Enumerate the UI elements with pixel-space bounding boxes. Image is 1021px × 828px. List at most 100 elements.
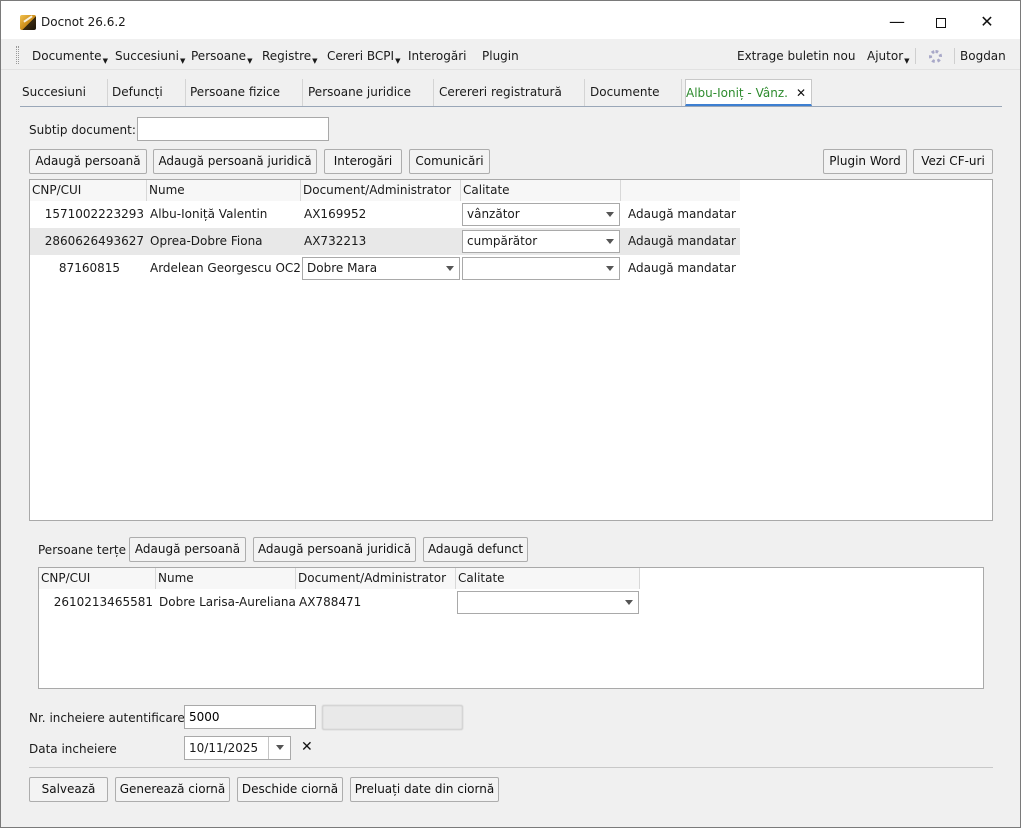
menu-interogari[interactable]: Interogări — [408, 49, 466, 63]
calitate-select[interactable] — [462, 257, 620, 280]
cnp-cell: 87160815 — [58, 261, 120, 275]
view-cf-button[interactable]: Vezi CF-uri — [913, 149, 993, 174]
maximize-button[interactable] — [918, 7, 964, 37]
menu-grip[interactable] — [16, 46, 19, 64]
column-header-name[interactable]: Nume — [156, 568, 296, 589]
menu-succesiuni[interactable]: Succesiuni▼ — [115, 49, 185, 65]
table-row[interactable]: 2860626493627 Oprea-Dobre Fiona AX732213… — [30, 228, 740, 255]
calitate-select[interactable] — [457, 591, 639, 614]
save-button[interactable]: Salvează — [29, 777, 108, 802]
chevron-down-icon — [606, 212, 614, 217]
add-mandatar-link[interactable]: Adaugă mandatar — [628, 255, 740, 282]
add-mandatar-link[interactable]: Adaugă mandatar — [628, 201, 740, 228]
cnp-cell: 1571002223293 — [44, 207, 144, 221]
column-header-cnp[interactable]: CNP/CUI — [39, 568, 156, 589]
table-row[interactable]: 1571002223293 Albu-Ioniță Valentin AX169… — [30, 201, 992, 228]
date-picker[interactable]: 10/11/2025 — [184, 736, 291, 760]
third-parties-label: Persoane terțe — [38, 543, 126, 557]
name-cell: Ardelean Georgescu OC2 — [150, 261, 300, 275]
column-header-cnp[interactable]: CNP/CUI — [30, 180, 147, 201]
menu-ajutor[interactable]: Ajutor▼ — [867, 49, 910, 65]
plugin-word-button[interactable]: Plugin Word — [823, 149, 907, 174]
tab-active-document[interactable]: Albu-Ioniț - Vânz. ✕ — [685, 79, 812, 106]
menu-cereri-bcpi[interactable]: Cereri BCPI▼ — [327, 49, 400, 65]
maximize-icon — [936, 17, 946, 28]
menu-separator — [954, 48, 955, 64]
close-icon[interactable]: ✕ — [301, 739, 313, 755]
column-header-document[interactable]: Document/Administrator — [296, 568, 456, 589]
close-icon[interactable]: ✕ — [796, 86, 806, 100]
chevron-down-icon — [625, 600, 633, 605]
administrator-value: Dobre Mara — [307, 261, 378, 275]
tab-cereri-registratura[interactable]: Cerereri registratură — [437, 79, 585, 106]
tab-persoane-juridice[interactable]: Persoane juridice — [306, 79, 434, 106]
generate-draft-button[interactable]: Generează ciornă — [115, 777, 230, 802]
tab-defuncti[interactable]: Defuncți — [110, 79, 186, 106]
queries-button[interactable]: Interogări — [324, 149, 402, 174]
subtip-input[interactable] — [137, 117, 329, 141]
third-parties-grid: CNP/CUI Nume Document/Administrator Cali… — [38, 567, 984, 689]
third-parties-grid-header: CNP/CUI Nume Document/Administrator Cali… — [39, 568, 640, 589]
cnp-cell: 2610213465581 — [53, 595, 153, 609]
open-draft-button[interactable]: Deschide ciornă — [237, 777, 343, 802]
tab-succesiuni[interactable]: Succesiuni — [20, 79, 108, 106]
calitate-value: cumpărător — [467, 234, 538, 248]
app-window: Docnot 26.6.2 — ✕ Documente▼ Succesiuni▼… — [0, 0, 1021, 828]
gear-icon[interactable] — [929, 50, 942, 63]
subtip-label: Subtip document: — [29, 123, 136, 137]
column-header-name[interactable]: Nume — [147, 180, 301, 201]
data-incheiere-label: Data incheiere — [29, 742, 117, 756]
column-header-calitate[interactable]: Calitate — [456, 568, 640, 589]
parties-grid: CNP/CUI Nume Document/Administrator Cali… — [29, 179, 993, 521]
app-icon — [20, 15, 36, 30]
close-window-button[interactable]: ✕ — [964, 7, 1010, 37]
name-cell: Dobre Larisa-Aureliana — [159, 595, 296, 609]
tab-persoane-fizice[interactable]: Persoane fizice — [188, 79, 303, 106]
tab-active-label: Albu-Ioniț - Vânz. — [686, 86, 788, 100]
date-value: 10/11/2025 — [189, 741, 259, 755]
document-cell: AX169952 — [304, 207, 367, 221]
menu-extrage-buletin[interactable]: Extrage buletin nou — [737, 49, 855, 63]
menu-bar: Documente▼ Succesiuni▼ Persoane▼ Registr… — [1, 40, 1020, 70]
menu-registre[interactable]: Registre▼ — [262, 49, 318, 65]
table-row[interactable]: 2610213465581 Dobre Larisa-Aureliana AX7… — [39, 589, 983, 616]
add-legal-person-button[interactable]: Adaugă persoană juridică — [153, 149, 317, 174]
chevron-down-icon — [606, 239, 614, 244]
chevron-down-icon — [446, 266, 454, 271]
column-header-document[interactable]: Document/Administrator — [301, 180, 461, 201]
add-third-person-button[interactable]: Adaugă persoană — [129, 537, 246, 562]
communications-button[interactable]: Comunicări — [409, 149, 490, 174]
import-draft-button[interactable]: Preluați date din ciornă — [350, 777, 499, 802]
document-cell: AX788471 — [299, 595, 362, 609]
minimize-button[interactable]: — — [874, 7, 920, 37]
nr-incheiere-label: Nr. incheiere autentificare — [29, 711, 185, 725]
chevron-down-icon[interactable] — [268, 737, 290, 759]
administrator-select[interactable]: Dobre Mara — [302, 257, 460, 280]
menu-user[interactable]: Bogdan — [960, 49, 1006, 63]
blurred-button[interactable] — [322, 705, 463, 730]
title-bar: Docnot 26.6.2 — ✕ — [1, 1, 1020, 39]
chevron-down-icon — [606, 266, 614, 271]
calitate-select[interactable]: vânzător — [462, 203, 620, 226]
tab-documente[interactable]: Documente — [588, 79, 682, 106]
add-third-legal-person-button[interactable]: Adaugă persoană juridică — [253, 537, 416, 562]
menu-persoane[interactable]: Persoane▼ — [191, 49, 252, 65]
document-cell: AX732213 — [304, 234, 367, 248]
document-editor: Subtip document: Adaugă persoană Adaugă … — [20, 108, 1002, 820]
menu-documente[interactable]: Documente▼ — [32, 49, 108, 65]
table-row[interactable]: 87160815 Ardelean Georgescu OC2 Dobre Ma… — [30, 255, 992, 282]
calitate-select[interactable]: cumpărător — [462, 230, 620, 253]
name-cell: Oprea-Dobre Fiona — [150, 234, 263, 248]
add-mandatar-link[interactable]: Adaugă mandatar — [628, 228, 740, 255]
nr-incheiere-input[interactable] — [184, 705, 316, 729]
parties-grid-header: CNP/CUI Nume Document/Administrator Cali… — [30, 180, 740, 201]
add-deceased-button[interactable]: Adaugă defunct — [423, 537, 528, 562]
column-header-calitate[interactable]: Calitate — [461, 180, 621, 201]
divider — [29, 767, 993, 768]
name-cell: Albu-Ioniță Valentin — [150, 207, 268, 221]
calitate-value: vânzător — [467, 207, 520, 221]
menu-plugin[interactable]: Plugin — [482, 49, 519, 63]
menu-separator — [915, 48, 916, 64]
tab-bar: Succesiuni Defuncți Persoane fizice Pers… — [20, 79, 1002, 107]
add-person-button[interactable]: Adaugă persoană — [29, 149, 147, 174]
